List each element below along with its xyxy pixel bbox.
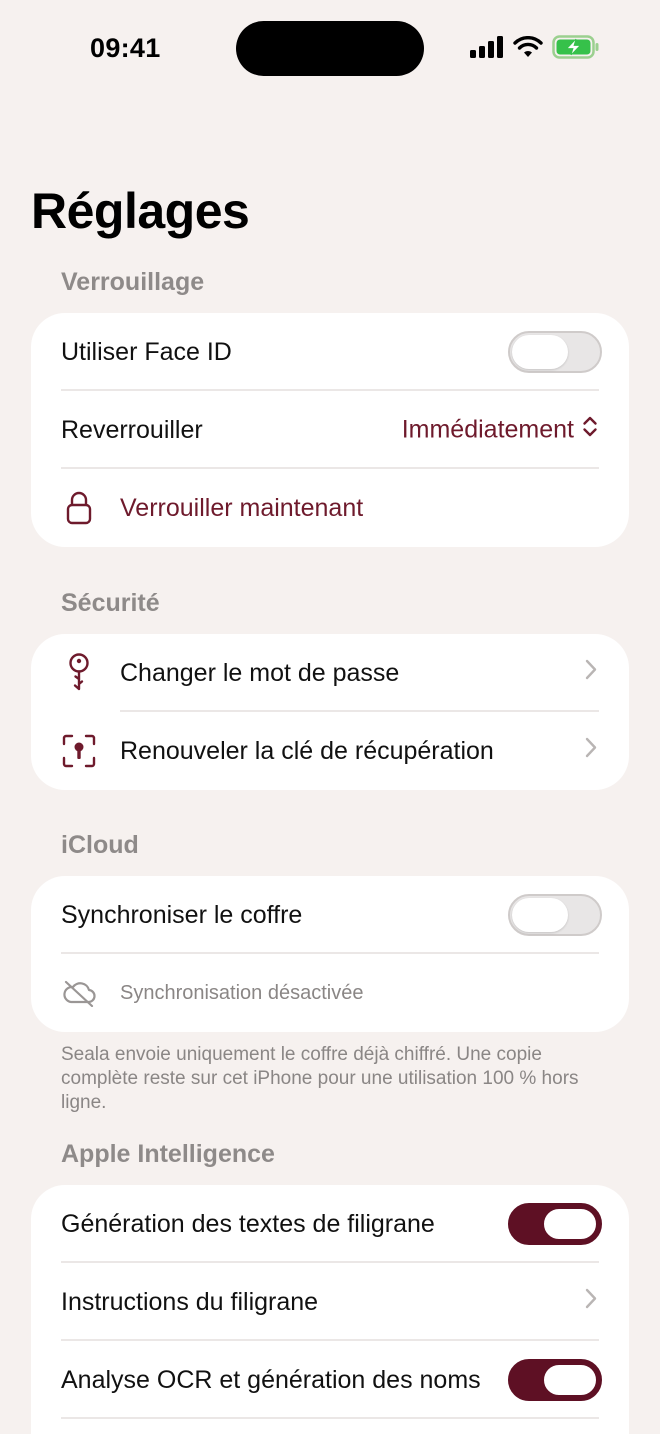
cloud-off-icon	[62, 973, 96, 1013]
status-icons	[470, 34, 600, 64]
section-header-lock: Verrouillage	[61, 268, 205, 296]
relock-row[interactable]: Reverrouiller Immédiatement	[31, 391, 629, 469]
sync-status-label: Synchronisation désactivée	[120, 981, 364, 1004]
sync-row: Synchroniser le coffre	[31, 876, 629, 954]
watermark-instructions-row[interactable]: Instructions du filigrane	[31, 1263, 629, 1341]
section-header-icloud: iCloud	[61, 831, 139, 859]
change-password-label: Changer le mot de passe	[120, 658, 400, 687]
up-down-chevron-icon	[582, 415, 598, 446]
wifi-icon	[513, 35, 543, 63]
dynamic-island	[236, 21, 424, 76]
lock-now-row[interactable]: Verrouiller maintenant	[31, 469, 629, 547]
scan-key-icon	[62, 731, 96, 771]
section-header-security: Sécurité	[61, 589, 160, 617]
chevron-right-icon	[584, 737, 598, 766]
toggle-knob	[542, 1363, 598, 1397]
key-icon	[62, 653, 96, 693]
section-header-apple-intelligence: Apple Intelligence	[61, 1140, 275, 1168]
signal-icon	[470, 35, 504, 63]
battery-charging-icon	[552, 34, 600, 64]
ocr-row: Analyse OCR et génération des noms	[31, 1341, 629, 1419]
face-id-toggle[interactable]	[508, 331, 602, 373]
toggle-knob	[512, 335, 568, 369]
chevron-right-icon	[584, 659, 598, 688]
relock-value: Immédiatement	[401, 415, 574, 444]
lock-now-label: Verrouiller maintenant	[120, 493, 364, 522]
page-title: Réglages	[31, 183, 250, 239]
lock-card: Utiliser Face ID Reverrouiller Immédiate…	[31, 313, 629, 547]
security-card: Changer le mot de passe Renouveler la cl…	[31, 634, 629, 790]
divider	[61, 1417, 599, 1419]
apple-intelligence-card: Génération des textes de filigrane Instr…	[31, 1185, 629, 1434]
toggle-knob	[512, 898, 568, 932]
status-time: 09:41	[90, 33, 161, 63]
toggle-knob	[542, 1207, 598, 1241]
renew-key-label: Renouveler la clé de récupération	[120, 736, 494, 765]
face-id-row: Utiliser Face ID	[31, 313, 629, 391]
watermark-generation-toggle[interactable]	[508, 1203, 602, 1245]
change-password-row[interactable]: Changer le mot de passe	[31, 634, 629, 712]
ocr-toggle[interactable]	[508, 1359, 602, 1401]
sync-toggle[interactable]	[508, 894, 602, 936]
chevron-right-icon	[584, 1288, 598, 1317]
icloud-footnote: Seala envoie uniquement le coffre déjà c…	[61, 1044, 579, 1113]
relock-picker[interactable]: Immédiatement	[402, 415, 598, 446]
renew-key-row[interactable]: Renouveler la clé de récupération	[31, 712, 629, 790]
watermark-instructions-label: Instructions du filigrane	[61, 1287, 319, 1316]
lock-icon	[62, 488, 96, 528]
watermark-generation-row: Génération des textes de filigrane	[31, 1185, 629, 1263]
icloud-card: Synchroniser le coffre Synchronisation d…	[31, 876, 629, 1032]
sync-status-row: Synchronisation désactivée	[31, 954, 629, 1032]
settings-screen: 09:41 Réglages Verrouillage Utiliser Fac…	[0, 0, 660, 1434]
